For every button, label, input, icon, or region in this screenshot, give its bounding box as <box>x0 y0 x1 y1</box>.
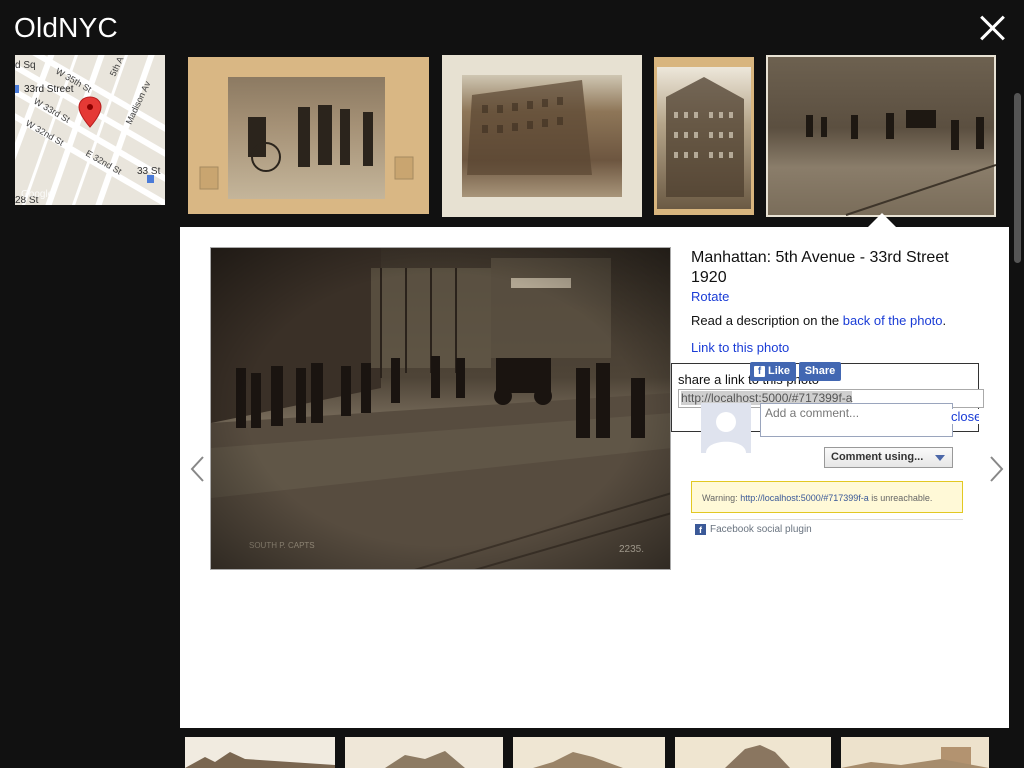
map-label: 33 St <box>137 166 161 177</box>
previous-arrow-icon[interactable] <box>188 455 208 483</box>
facebook-share-button[interactable]: Share <box>799 362 841 381</box>
map-graphic: d Sq W 35th St 5th A 33rd Street Madison… <box>15 55 165 205</box>
map-label: d Sq <box>15 60 36 71</box>
photo-info: Manhattan: 5th Avenue - 33rd Street 1920… <box>691 248 991 355</box>
main-photo[interactable]: 2235. SOUTH P. CAPTS <box>210 247 671 570</box>
link-to-photo[interactable]: Link to this photo <box>691 340 991 355</box>
chevron-down-icon <box>935 455 945 461</box>
selection-pointer <box>868 213 896 227</box>
app-header: OldNYC <box>0 0 1024 55</box>
like-label: Like <box>768 365 791 377</box>
facebook-like-button[interactable]: f Like <box>750 362 796 381</box>
facebook-warning: Warning: http://localhost:5000/#717399f-… <box>691 481 963 513</box>
app-title[interactable]: OldNYC <box>14 12 118 44</box>
close-share-link[interactable]: close <box>951 409 979 424</box>
description-line: Read a description on the back of the ph… <box>691 313 991 328</box>
description-end: . <box>942 313 947 328</box>
facebook-plugin-label: Facebook social plugin <box>710 524 812 535</box>
divider <box>691 519 963 520</box>
map-label: 33rd Street <box>24 84 74 95</box>
user-avatar <box>701 403 751 453</box>
photo-thumbnail[interactable] <box>675 737 831 768</box>
thumbnail-scene <box>467 80 592 175</box>
location-map[interactable]: d Sq W 35th St 5th A 33rd Street Madison… <box>15 55 165 205</box>
comment-using-dropdown[interactable]: Comment using... <box>824 447 953 468</box>
close-icon[interactable] <box>976 12 1008 44</box>
back-of-photo-link[interactable]: back of the photo <box>843 313 943 328</box>
google-logo: Google <box>21 189 54 200</box>
share-label: share a link to this photo <box>678 372 819 387</box>
facebook-icon: f <box>695 524 706 535</box>
scrollbar-thumb[interactable] <box>1014 93 1021 263</box>
warning-prefix: Warning: <box>702 493 741 503</box>
facebook-icon: f <box>754 366 765 377</box>
photo-year: 1920 <box>691 269 727 286</box>
thumbnail-scene <box>806 110 996 216</box>
warning-url[interactable]: http://localhost:5000/#717399f-a <box>740 493 869 503</box>
thumbnail-scene <box>199 105 414 190</box>
photo-thumbnail[interactable] <box>345 737 503 768</box>
facebook-plugin-credit[interactable]: f Facebook social plugin <box>695 524 812 535</box>
photo-thumbnail[interactable] <box>654 57 754 215</box>
comment-input[interactable]: Add a comment... <box>760 403 953 437</box>
photo-thumbnail[interactable] <box>513 737 665 768</box>
photo-thumbnail[interactable] <box>188 57 429 214</box>
photo-thumbnail-selected[interactable] <box>766 55 996 217</box>
scrollbar[interactable] <box>1011 55 1024 768</box>
photo-thumbnail[interactable] <box>841 737 989 768</box>
thumbnail-scene <box>666 77 744 197</box>
photo-title: Manhattan: 5th Avenue - 33rd Street <box>691 249 949 266</box>
photo-thumbnail[interactable] <box>185 737 335 768</box>
main-photo-scene: 2235. SOUTH P. CAPTS <box>211 248 670 569</box>
rotate-link[interactable]: Rotate <box>691 289 991 304</box>
next-arrow-icon[interactable] <box>986 455 1006 483</box>
photo-thumbnail[interactable] <box>442 55 642 217</box>
warning-suffix: is unreachable. <box>868 493 933 503</box>
description-text: Read a description on the <box>691 313 843 328</box>
comment-using-label: Comment using... <box>831 451 924 463</box>
